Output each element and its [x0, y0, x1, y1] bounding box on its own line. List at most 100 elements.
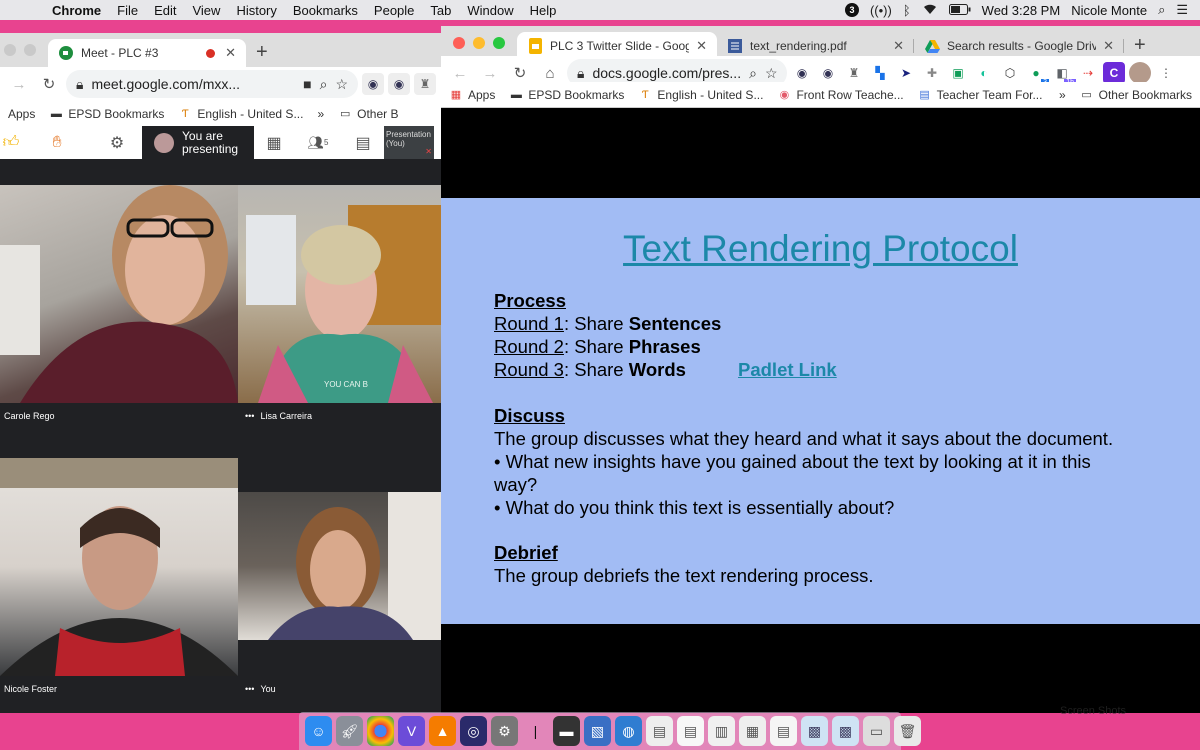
wifi-icon[interactable] — [922, 3, 938, 18]
bookmarks-overflow-icon[interactable]: » — [1059, 88, 1066, 102]
spotlight-search-icon[interactable]: ⌕ — [1158, 2, 1165, 18]
close-tab-icon[interactable]: ✕ — [1103, 38, 1114, 54]
shield-extension-icon-2[interactable]: ◉ — [817, 62, 839, 84]
bookmark-front-row[interactable]: ◉ Front Row Teache... — [777, 88, 904, 102]
stack-folder-icon[interactable]: ▩ — [801, 716, 828, 746]
battery-icon[interactable] — [948, 3, 971, 18]
bookmark-epsd[interactable]: ▬ EPSD Bookmarks — [49, 107, 165, 121]
presenting-indicator[interactable]: You are presenting — [142, 126, 254, 159]
document-thumbnail-icon-2[interactable]: ▤ — [677, 716, 704, 746]
badge-extension-icon[interactable]: ●3 — [1025, 62, 1049, 86]
airplay-audio-icon[interactable]: ((•)) — [870, 3, 892, 18]
puzzle-extension-icon[interactable]: ✚ — [921, 62, 943, 84]
bookmark-english[interactable]: Ƭ English - United S... — [638, 88, 763, 102]
bluetooth-icon[interactable]: ᛒ — [903, 3, 911, 18]
notification-center-icon[interactable]: ☰ — [1176, 2, 1188, 18]
bookmark-apps[interactable]: Apps — [8, 107, 35, 121]
vpn-icon[interactable]: V — [398, 716, 425, 746]
minimize-window-button[interactable] — [473, 37, 485, 49]
camera-app-icon[interactable]: ◎ — [460, 716, 487, 746]
grid-layout-icon[interactable]: ▦ — [254, 126, 294, 159]
participants-icon[interactable]: 👥︎ 5 — [294, 126, 342, 159]
thumbs-up-icon[interactable]: 👍︎ — [0, 126, 22, 159]
camera-icon[interactable]: ■ — [303, 76, 311, 92]
bookmark-other[interactable]: ▭ Other Bookmarks — [1080, 88, 1192, 102]
tab-meet[interactable]: Meet - PLC #3 ✕ — [48, 39, 246, 67]
shield-extension-icon[interactable]: ◉ — [362, 73, 384, 95]
menu-tab[interactable]: Tab — [422, 3, 459, 18]
chat-icon[interactable]: ▤ — [342, 126, 384, 159]
bookmark-apps[interactable]: ▦ Apps — [449, 88, 496, 102]
menu-people[interactable]: People — [366, 3, 422, 18]
grammarly-extension-icon[interactable]: ◐ — [973, 62, 995, 84]
zoom-icon[interactable]: ⌕ — [749, 65, 757, 82]
trash-icon[interactable]: 🗑︎ — [894, 716, 921, 746]
zoom-window-button[interactable] — [493, 37, 505, 49]
padlet-link[interactable]: Padlet Link — [738, 359, 837, 381]
stack-folder-icon-2[interactable]: ▩ — [832, 716, 859, 746]
classroom-extension-icon[interactable]: ▣ — [947, 62, 969, 84]
video-tile-carole[interactable] — [0, 185, 238, 403]
stack-folder-icon-3[interactable]: ▭ — [863, 716, 890, 746]
bookmark-other[interactable]: ▭ Other B — [338, 107, 399, 121]
document-thumbnail-icon-5[interactable]: ▤ — [770, 716, 797, 746]
finder-icon[interactable]: ☺ — [305, 716, 332, 746]
menu-file[interactable]: File — [109, 3, 146, 18]
menu-view[interactable]: View — [184, 3, 228, 18]
desktop-folder-label[interactable]: Screen Shots — [1060, 705, 1126, 717]
menu-app-name[interactable]: Chrome — [44, 3, 109, 18]
bookmark-english[interactable]: Ƭ English - United S... — [178, 107, 303, 121]
zoom-icon[interactable]: ⌕ — [320, 76, 328, 93]
reload-icon[interactable]: ↻ — [36, 71, 62, 97]
menu-user[interactable]: Nicole Monte — [1071, 3, 1147, 18]
menu-bookmarks[interactable]: Bookmarks — [285, 3, 366, 18]
minimize-window-button[interactable] — [24, 44, 36, 56]
profile-avatar[interactable] — [1129, 62, 1151, 84]
presentation-self-tile[interactable]: Presentation (You) ✕ — [384, 126, 434, 159]
menu-history[interactable]: History — [228, 3, 284, 18]
close-tab-icon[interactable]: ✕ — [225, 45, 236, 61]
menu-window[interactable]: Window — [459, 3, 521, 18]
chrome-icon[interactable] — [367, 716, 394, 746]
bookmark-star-icon[interactable]: ☆ — [765, 65, 778, 82]
new-tab-button[interactable]: + — [246, 41, 278, 67]
presentation-slide[interactable]: Text Rendering Protocol Process Round 1:… — [441, 198, 1200, 624]
close-window-button[interactable] — [453, 37, 465, 49]
image-app-icon[interactable]: ▧ — [584, 716, 611, 746]
launchpad-icon[interactable]: 🚀︎ — [336, 716, 363, 746]
external-drive-icon[interactable]: ▬ — [553, 716, 580, 746]
bookmark-star-icon[interactable]: ☆ — [335, 76, 348, 93]
owl-extension-icon[interactable]: ♜ — [843, 62, 865, 84]
colorful-extension-icon[interactable]: ▚ — [869, 62, 891, 84]
canva-extension-icon[interactable]: C — [1103, 62, 1125, 84]
shield-extension-icon[interactable]: ◉ — [791, 62, 813, 84]
video-tile-you[interactable] — [238, 492, 442, 640]
system-preferences-icon[interactable]: ⚙ — [491, 716, 518, 746]
menu-help[interactable]: Help — [522, 3, 565, 18]
shield-extension-icon-2[interactable]: ◉ — [388, 73, 410, 95]
globe-icon[interactable]: ◍ — [615, 716, 642, 746]
vlc-icon[interactable]: ▲ — [429, 716, 456, 746]
video-tile-nicole[interactable] — [0, 458, 238, 676]
notification-badge[interactable]: 3 — [844, 3, 859, 17]
document-thumbnail-icon-3[interactable]: ▥ — [708, 716, 735, 746]
close-tab-icon[interactable]: ✕ — [893, 38, 904, 54]
cube-extension-icon[interactable]: ⬡ — [999, 62, 1021, 84]
address-bar[interactable]: 🔒︎ meet.google.com/mxx... ■ ⌕ ☆ — [66, 70, 358, 98]
menu-clock[interactable]: Wed 3:28 PM — [982, 3, 1061, 18]
close-window-button[interactable] — [4, 44, 16, 56]
document-thumbnail-icon-4[interactable]: ▦ — [739, 716, 766, 746]
forward-icon[interactable]: → — [6, 71, 32, 97]
bookmarks-overflow-icon[interactable]: » — [317, 107, 324, 121]
screencast-extension-icon[interactable]: ⇢ — [1077, 62, 1099, 84]
video-tile-lisa[interactable]: YOU CAN B — [238, 185, 442, 403]
timer-extension-icon[interactable]: ◧1h — [1051, 62, 1076, 86]
menu-edit[interactable]: Edit — [146, 3, 184, 18]
bookmark-teacher-team[interactable]: ▤ Teacher Team For... — [918, 88, 1042, 102]
gear-icon[interactable]: ⚙ — [92, 126, 142, 159]
close-tab-icon[interactable]: ✕ — [696, 38, 707, 54]
document-thumbnail-icon[interactable]: ▤ — [646, 716, 673, 746]
cursor-extension-icon[interactable]: ➤ — [895, 62, 917, 84]
chrome-menu-icon[interactable]: ⋮ — [1155, 62, 1177, 84]
raise-hand-icon[interactable]: ✋︎ — [22, 126, 92, 159]
